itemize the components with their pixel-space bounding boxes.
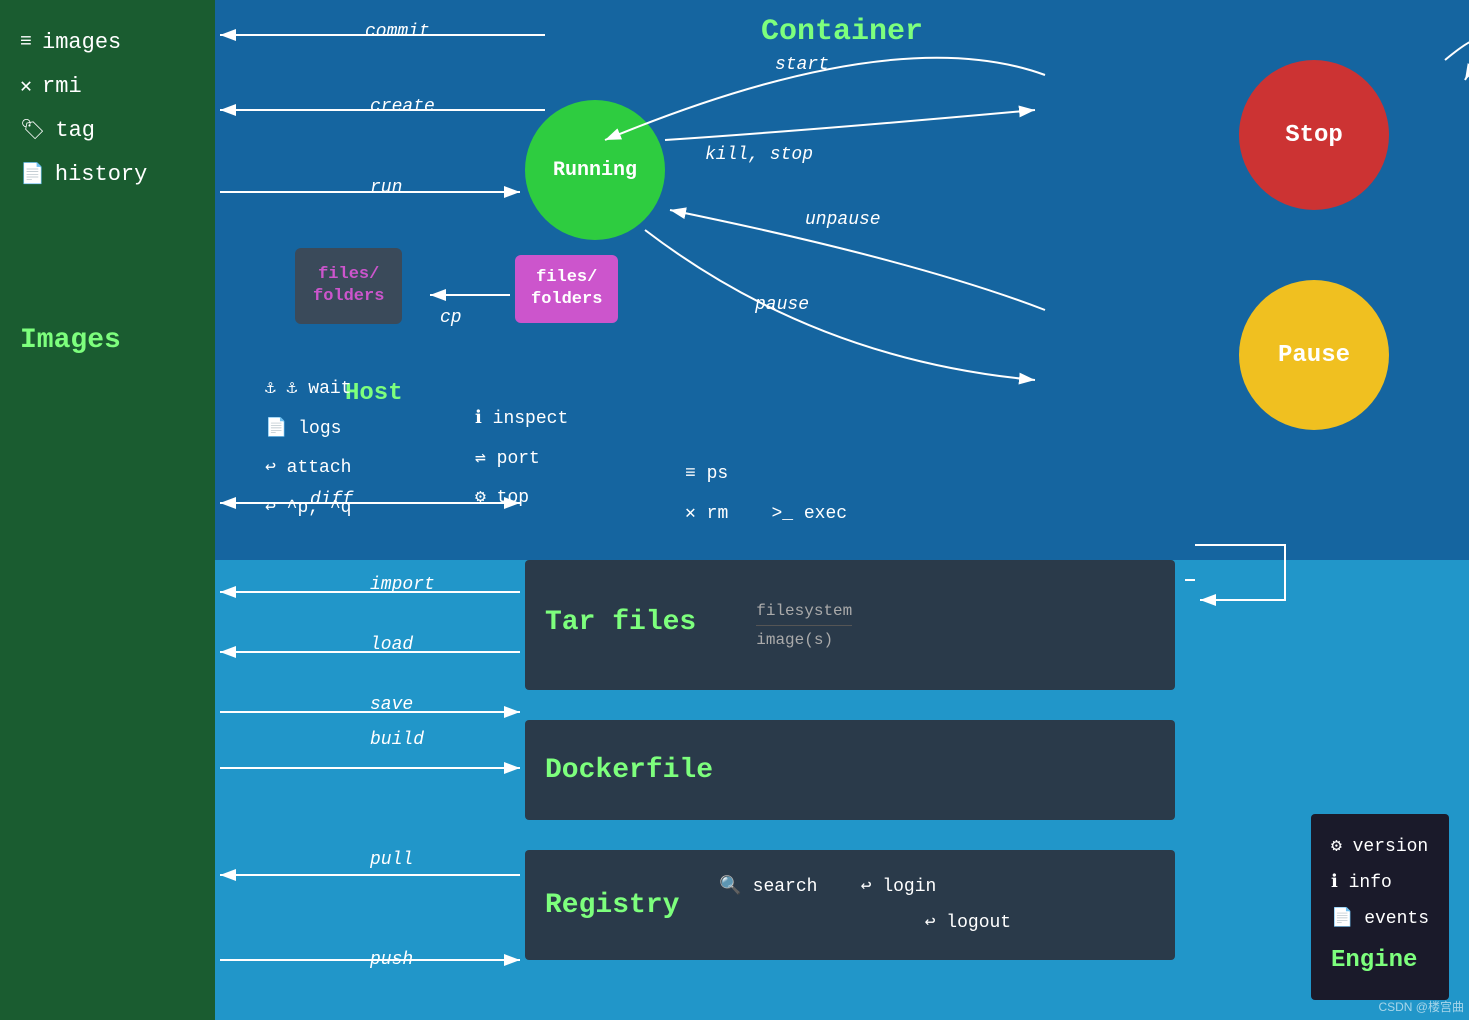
arrow-load-label: load: [370, 635, 413, 655]
dockerfile-title: Dockerfile: [545, 755, 713, 786]
registry-section: Registry 🔍 search ↩ login ↩ logout: [525, 850, 1175, 960]
images-icon: ≡: [20, 31, 32, 54]
files-container-box: files/folders: [515, 255, 618, 323]
tag-icon: 🏷: [20, 117, 45, 143]
arrow-start-label: start: [775, 55, 829, 75]
pause-state: Pause: [1239, 280, 1389, 430]
tar-files-title: Tar files: [545, 607, 696, 638]
sidebar-item-label: history: [55, 162, 147, 187]
history-icon: 📄: [20, 161, 45, 187]
container-title: Container: [761, 15, 923, 49]
stop-state: Stop: [1239, 60, 1389, 210]
tar-filesystem: filesystem: [756, 602, 852, 620]
arrow-save-label: save: [370, 695, 413, 715]
arrow-unpause-label: unpause: [805, 210, 881, 230]
arrow-run-label: run: [370, 178, 402, 198]
tar-images: image(s): [756, 631, 852, 649]
sidebar-item-tag[interactable]: 🏷 tag: [20, 117, 195, 143]
sidebar: ≡ images ✕ rmi 🏷 tag 📄 history Images: [0, 0, 215, 1020]
arrow-cp-label: cp: [440, 308, 462, 328]
container-section: Container Running Stop Pause files/folde…: [215, 0, 1469, 560]
dockerfile-section: Dockerfile: [525, 720, 1175, 820]
section-label-images: Images: [20, 325, 195, 356]
registry-title: Registry: [545, 890, 679, 921]
rmi-icon: ✕: [20, 73, 32, 99]
arrow-pause-label: pause: [755, 295, 809, 315]
cmd-col2: ℹ inspect ⇌ port ⚙ top: [475, 400, 568, 519]
registry-commands: 🔍 search ↩ login ↩ logout: [719, 869, 1011, 941]
sidebar-item-images[interactable]: ≡ images: [20, 30, 195, 55]
files-host-box: files/folders: [295, 248, 402, 324]
host-label: Host: [345, 380, 403, 407]
watermark: CSDN @楼宫曲: [1378, 998, 1464, 1015]
arrow-push-label: push: [370, 950, 413, 970]
arrow-diff-label: diff: [310, 490, 353, 510]
engine-title: Engine: [1331, 937, 1429, 985]
sidebar-item-label: tag: [55, 118, 95, 143]
sidebar-item-history[interactable]: 📄 history: [20, 161, 195, 187]
arrow-build-label: build: [370, 730, 424, 750]
sidebar-item-rmi[interactable]: ✕ rmi: [20, 73, 195, 99]
arrow-commit-label: commit: [365, 22, 430, 42]
arrow-import-label: import: [370, 575, 435, 595]
sidebar-item-label: images: [42, 30, 121, 55]
tar-files-section: Tar files filesystem image(s): [525, 560, 1175, 690]
cmd-col3: ≡ ps ✕ rm >_ exec: [685, 455, 847, 534]
arrow-pull-label: pull: [370, 850, 413, 870]
sidebar-item-label: rmi: [42, 74, 82, 99]
running-state: Running: [525, 100, 665, 240]
engine-box: ⚙ version ℹ info 📄 events Engine: [1311, 814, 1449, 1000]
arrow-kill-stop-label: kill, stop: [705, 145, 813, 165]
main-content: Container Running Stop Pause files/folde…: [215, 0, 1469, 1020]
arrow-create-label: create: [370, 97, 435, 117]
